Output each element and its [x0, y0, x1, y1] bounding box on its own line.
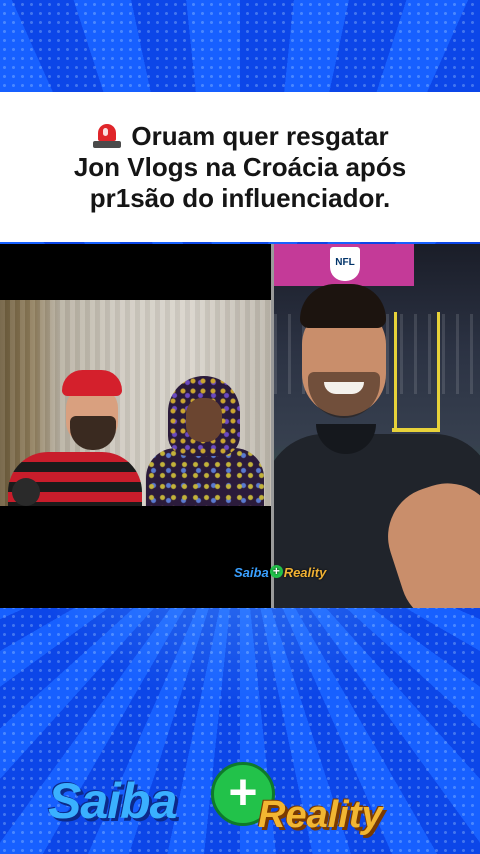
logo-saiba: Saiba [48, 773, 177, 829]
stream-photo [0, 300, 271, 506]
brand-logo: Saiba + Reality [48, 762, 448, 842]
person-hoodie [142, 376, 266, 506]
right-video-pane: NFL [274, 244, 480, 608]
nfl-badge-icon: NFL [330, 247, 360, 281]
stadium-banner: NFL [274, 244, 414, 286]
left-video-pane [0, 244, 271, 608]
police-siren-icon [91, 123, 123, 148]
headline-line-3: pr1são do influenciador. [89, 182, 391, 213]
person-selfie [274, 284, 480, 608]
headline-line-1: Oruam quer resgatar [131, 120, 389, 151]
logo-reality: Reality [258, 794, 383, 836]
headline-card: Oruam quer resgatar Jon Vlogs na Croácia… [0, 92, 480, 242]
headline: Oruam quer resgatar Jon Vlogs na Croácia… [20, 121, 460, 214]
microphone [12, 478, 40, 506]
video-frame[interactable]: NFL Saiba + Reality [0, 244, 480, 608]
plus-icon: + [269, 565, 283, 578]
headline-line-2: Jon Vlogs na Croácia após [73, 151, 407, 182]
video-watermark: Saiba + Reality [234, 564, 327, 581]
